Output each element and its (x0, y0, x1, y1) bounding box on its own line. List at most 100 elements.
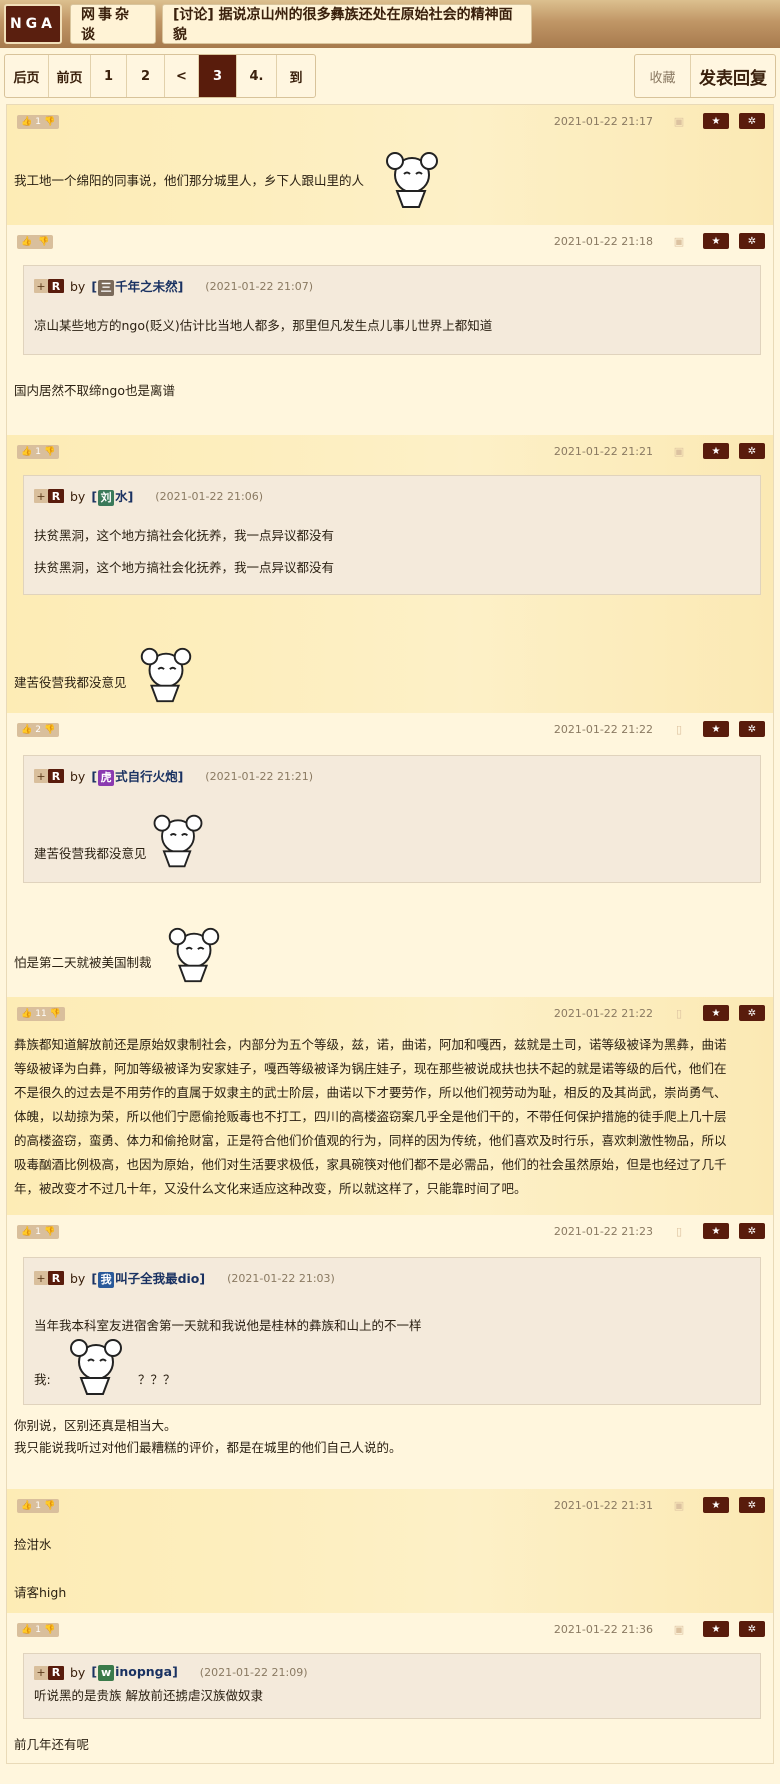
like-button[interactable]: 👍 1 👎 (17, 1499, 60, 1513)
star-icon[interactable]: ★ (703, 113, 729, 129)
like-button[interactable]: 👍 2 👎 (17, 723, 60, 737)
android-icon: ▣ (673, 1622, 685, 1636)
quoted-username[interactable]: [虎式自行火炮] (91, 766, 183, 786)
like-button[interactable]: 👍 1 👎 (17, 115, 60, 129)
gear-icon[interactable]: ✲ (739, 1621, 765, 1637)
quote-block: + R by [w inopnga] (2021-01-22 21:09) 听说黑的… (23, 1653, 761, 1719)
thumbs-down-icon: 👎 (43, 1625, 56, 1635)
emoticon-icon (70, 1339, 122, 1395)
quote-date: (2021-01-22 21:21) (205, 769, 314, 783)
gear-icon[interactable]: ✲ (739, 443, 765, 459)
gear-icon[interactable]: ✲ (739, 113, 765, 129)
post: 👍 1 👎 2021-01-22 21:36 ▣ ★ ✲ + R by [w inopn… (7, 1613, 773, 1763)
page-3-current[interactable]: 3 (199, 55, 237, 97)
post-text: 你别说，区别还真是相当大。 我只能说我听过对他们最糟糕的评价，都是在城里的他们自… (14, 1418, 402, 1455)
page-2[interactable]: 2 (127, 55, 165, 97)
post-meta: 2021-01-22 21:18 ▣ ★ ✲ (554, 233, 765, 249)
like-button[interactable]: 👍 👎 (17, 235, 54, 249)
gear-icon[interactable]: ✲ (739, 721, 765, 737)
post-date: 2021-01-22 21:18 (553, 234, 653, 248)
quoted-username[interactable]: [刘水] (91, 486, 133, 506)
post-date: 2021-01-22 21:31 (553, 1498, 653, 1512)
user-avatar-icon: w (98, 1665, 115, 1681)
reply-r-icon[interactable]: R (48, 489, 64, 503)
plus-icon[interactable]: + (34, 1665, 48, 1680)
reply-r-icon[interactable]: R (48, 1665, 64, 1680)
nga-logo[interactable]: NGA (4, 4, 62, 44)
reply-button[interactable]: 发表回复 (691, 55, 775, 97)
star-icon[interactable]: ★ (703, 1497, 729, 1513)
plus-icon[interactable]: + (34, 1271, 48, 1285)
gear-icon[interactable]: ✲ (739, 1005, 765, 1021)
quote-header: + R by [三千年之未然] (2021-01-22 21:07) (34, 276, 313, 296)
quoted-username[interactable]: [w inopnga] (91, 1664, 178, 1681)
thumbs-up-icon: 👍 (21, 237, 33, 247)
like-button[interactable]: 👍 11 👎 (17, 1007, 65, 1021)
quote-text: 扶贫黑洞，这个地方搞社会化抚养，我一点异议都没有 (34, 528, 335, 543)
quoted-username[interactable]: [三千年之未然] (91, 276, 183, 296)
thumbs-up-icon: 👍 (21, 447, 33, 457)
gear-icon[interactable]: ✲ (739, 233, 765, 249)
post-date: 2021-01-22 21:36 (553, 1622, 653, 1636)
star-icon[interactable]: ★ (703, 1005, 729, 1021)
post: 👍 1 👎 2021-01-22 21:21 ▣ ★ ✲ + R by [刘水] (2… (7, 435, 773, 713)
post: 👍 1 👎 2021-01-22 21:17 ▣ ★ ✲ 我工地一个绵阳的同事说，他… (7, 105, 773, 225)
plus-icon[interactable]: + (34, 489, 48, 503)
star-icon[interactable]: ★ (703, 443, 729, 459)
quote-date: (2021-01-22 21:07) (205, 279, 314, 293)
quote-date: (2021-01-22 21:06) (155, 489, 264, 503)
page-left-arrow[interactable]: < (165, 55, 199, 97)
plus-icon[interactable]: + (34, 279, 48, 293)
post-text: 国内居然不取缔ngo也是离谱 (14, 383, 176, 398)
page-next[interactable]: 后页 (5, 55, 49, 97)
page-goto[interactable]: 到 (277, 55, 315, 97)
quote-text: 听说黑的是贵族 解放前还掳虐汉族做奴隶 (34, 1688, 263, 1703)
thumbs-down-icon: 👎 (43, 1227, 56, 1237)
quote-text: 我: (34, 1372, 51, 1387)
quote-text: 凉山某些地方的ngo(贬义)估计比当地人都多，那里但凡发生点儿事儿世界上都知道 (34, 318, 493, 333)
post-meta: 2021-01-22 21:23 ▯ ★ ✲ (554, 1223, 765, 1239)
breadcrumb-forum[interactable]: 网事杂谈 (70, 4, 156, 44)
post-text: 我工地一个绵阳的同事说，他们那分城里人，乡下人跟山里的人 (14, 173, 365, 188)
reply-r-icon[interactable]: R (48, 769, 64, 783)
reply-r-icon[interactable]: R (48, 1271, 64, 1285)
quote-text: ？？？ (138, 1372, 176, 1387)
quoted-username[interactable]: [我叫子全我最dio] (91, 1268, 205, 1288)
star-icon[interactable]: ★ (703, 1223, 729, 1239)
thumbs-up-icon: 👍 (21, 1009, 33, 1019)
star-icon[interactable]: ★ (703, 1621, 729, 1637)
page-1[interactable]: 1 (91, 55, 127, 97)
thread-actions: 收藏 发表回复 (634, 54, 776, 98)
like-button[interactable]: 👍 1 👎 (17, 1623, 60, 1637)
android-icon: ▣ (673, 1498, 685, 1512)
reply-r-icon[interactable]: R (48, 279, 64, 293)
like-button[interactable]: 👍 1 👎 (17, 445, 60, 459)
thumbs-down-icon: 👎 (43, 117, 56, 127)
post-date: 2021-01-22 21:22 (553, 722, 653, 736)
favorite-button[interactable]: 收藏 (635, 55, 691, 97)
top-banner: NGA 网事杂谈 [讨论] 据说凉山州的很多彝族还处在原始社会的精神面貌 (0, 0, 780, 48)
gear-icon[interactable]: ✲ (739, 1223, 765, 1239)
quote-header: + R by [w inopnga] (2021-01-22 21:09) (34, 1664, 308, 1681)
quote-text: 建苦役营我都没意见 (34, 846, 147, 861)
post-text: 建苦役营我都没意见 (14, 675, 127, 690)
android-icon: ▣ (673, 234, 685, 248)
star-icon[interactable]: ★ (703, 233, 729, 249)
quote-header: + R by [我叫子全我最dio] (2021-01-22 21:03) (34, 1268, 335, 1288)
phone-icon: ▯ (675, 1224, 683, 1238)
user-avatar-icon: 刘 (98, 490, 115, 506)
thumbs-down-icon: 👎 (49, 1009, 61, 1019)
quote-block: + R by [我叫子全我最dio] (2021-01-22 21:03) 当年我… (23, 1257, 761, 1405)
like-button[interactable]: 👍 1 👎 (17, 1225, 60, 1239)
emoticon-icon (140, 647, 192, 703)
post: 👍 11 👎 2021-01-22 21:22 ▯ ★ ✲ 彝族都知道解放前还是原始… (7, 997, 773, 1215)
quote-header: + R by [刘水] (2021-01-22 21:06) (34, 486, 263, 506)
breadcrumb-thread-title[interactable]: [讨论] 据说凉山州的很多彝族还处在原始社会的精神面貌 (162, 4, 532, 44)
plus-icon[interactable]: + (34, 769, 48, 783)
gear-icon[interactable]: ✲ (739, 1497, 765, 1513)
thumbs-down-icon: 👎 (43, 725, 56, 735)
thumbs-up-icon: 👍 (21, 725, 33, 735)
page-prev[interactable]: 前页 (49, 55, 91, 97)
page-4[interactable]: 4. (237, 55, 277, 97)
star-icon[interactable]: ★ (703, 721, 729, 737)
